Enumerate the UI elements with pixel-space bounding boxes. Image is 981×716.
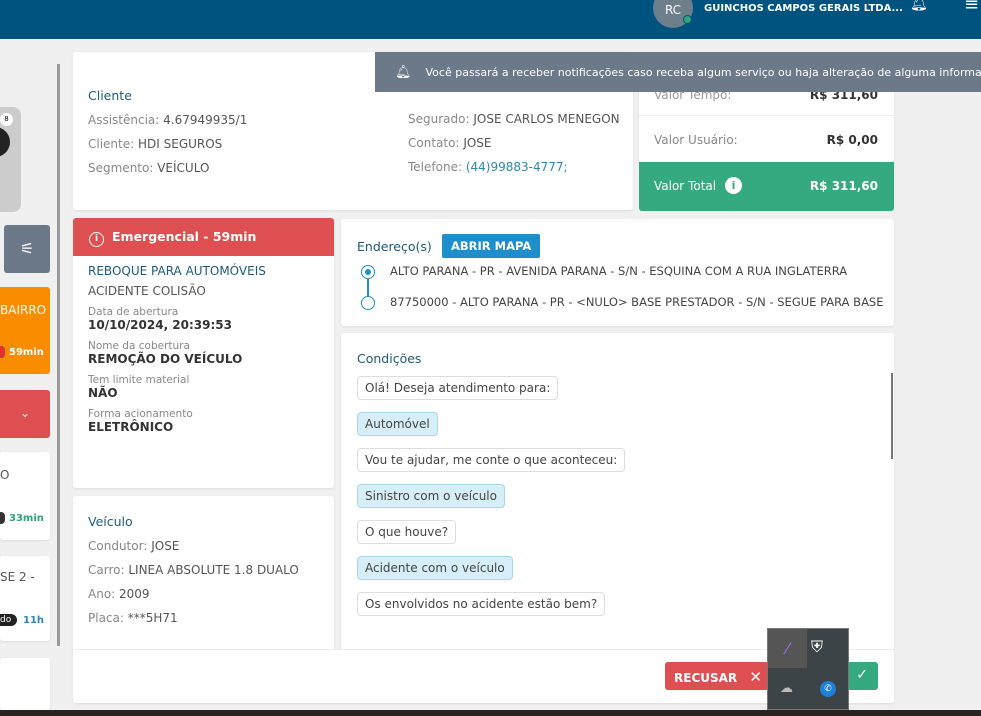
- close-icon: ✕: [749, 668, 762, 686]
- cloud-off-icon[interactable]: ☁: [780, 681, 793, 696]
- bot-message-bubble: O que houve?: [357, 520, 457, 544]
- vehicle-card: Veículo Condutor: JOSE Carro: LINEA ABSO…: [73, 496, 334, 656]
- user-reply-bubble: Automóvel: [357, 412, 438, 436]
- total-value: Valor Total i R$ 311,60: [639, 162, 894, 211]
- service-card: i Emergencial - 59min REBOQUE PARA AUTOMÓ…: [73, 218, 334, 488]
- phone-app-icon[interactable]: ✆: [820, 681, 836, 697]
- bot-message-bubble: Os envolvidos no acidente estão bem?: [357, 592, 606, 616]
- expand-chevron-icon[interactable]: ⌄: [0, 390, 50, 438]
- feather-icon[interactable]: ⁄: [768, 629, 807, 668]
- phone-link[interactable]: (44)99883-4777;: [466, 160, 568, 174]
- info-circle-icon: i: [89, 232, 104, 247]
- bot-message-bubble: Olá! Deseja atendimento para:: [357, 376, 559, 400]
- service-list-item[interactable]: [0, 658, 50, 710]
- bell-icon[interactable]: 🔔︎: [910, 0, 928, 12]
- map-thumbnail[interactable]: 8: [0, 107, 21, 212]
- conditions-chat: Olá! Deseja atendimento para: Automóvel Vo…: [357, 376, 878, 628]
- notification-toast: 🔔︎ Você passará a receber notificações c…: [375, 52, 981, 92]
- system-tray-popup: ⁄ ⛨ ☁ ✆: [767, 628, 849, 710]
- online-status-dot: [683, 15, 692, 24]
- service-list-item[interactable]: SE 2 - do 11h: [0, 556, 50, 641]
- filter-icon[interactable]: ⚟: [4, 225, 50, 273]
- open-map-button[interactable]: ABRIR MAPA: [442, 234, 541, 258]
- refuse-button[interactable]: RECUSAR ✕: [665, 662, 771, 690]
- bot-message-bubble: Vou te ajudar, me conte o que aconteceu:: [357, 448, 626, 472]
- service-list-item[interactable]: O 33min: [0, 452, 50, 540]
- taskbar: [0, 710, 981, 716]
- hamburger-menu-icon[interactable]: ≡: [964, 0, 979, 15]
- service-list-item[interactable]: BAIRRO 59min: [0, 287, 50, 374]
- user-reply-bubble: Acidente com o veículo: [357, 556, 513, 580]
- emergency-banner: i Emergencial - 59min: [73, 218, 334, 256]
- bell-icon: 🔔︎: [395, 64, 412, 80]
- chat-scrollbar[interactable]: [891, 373, 893, 459]
- company-name[interactable]: GUINCHOS CAMPOS GERAIS LTDA...: [704, 3, 903, 14]
- destination-marker-icon: [361, 296, 375, 310]
- sidebar-scrollbar[interactable]: [57, 64, 60, 646]
- info-icon[interactable]: i: [725, 177, 742, 194]
- conditions-card: Condições Olá! Deseja atendimento para: A…: [341, 333, 894, 650]
- security-shield-icon[interactable]: ⛨: [811, 637, 823, 657]
- user-reply-bubble: Sinistro com o veículo: [357, 484, 505, 508]
- origin-marker-icon: [361, 265, 375, 279]
- address-card: Endereço(s) ABRIR MAPA ALTO PARANA - PR …: [341, 219, 894, 326]
